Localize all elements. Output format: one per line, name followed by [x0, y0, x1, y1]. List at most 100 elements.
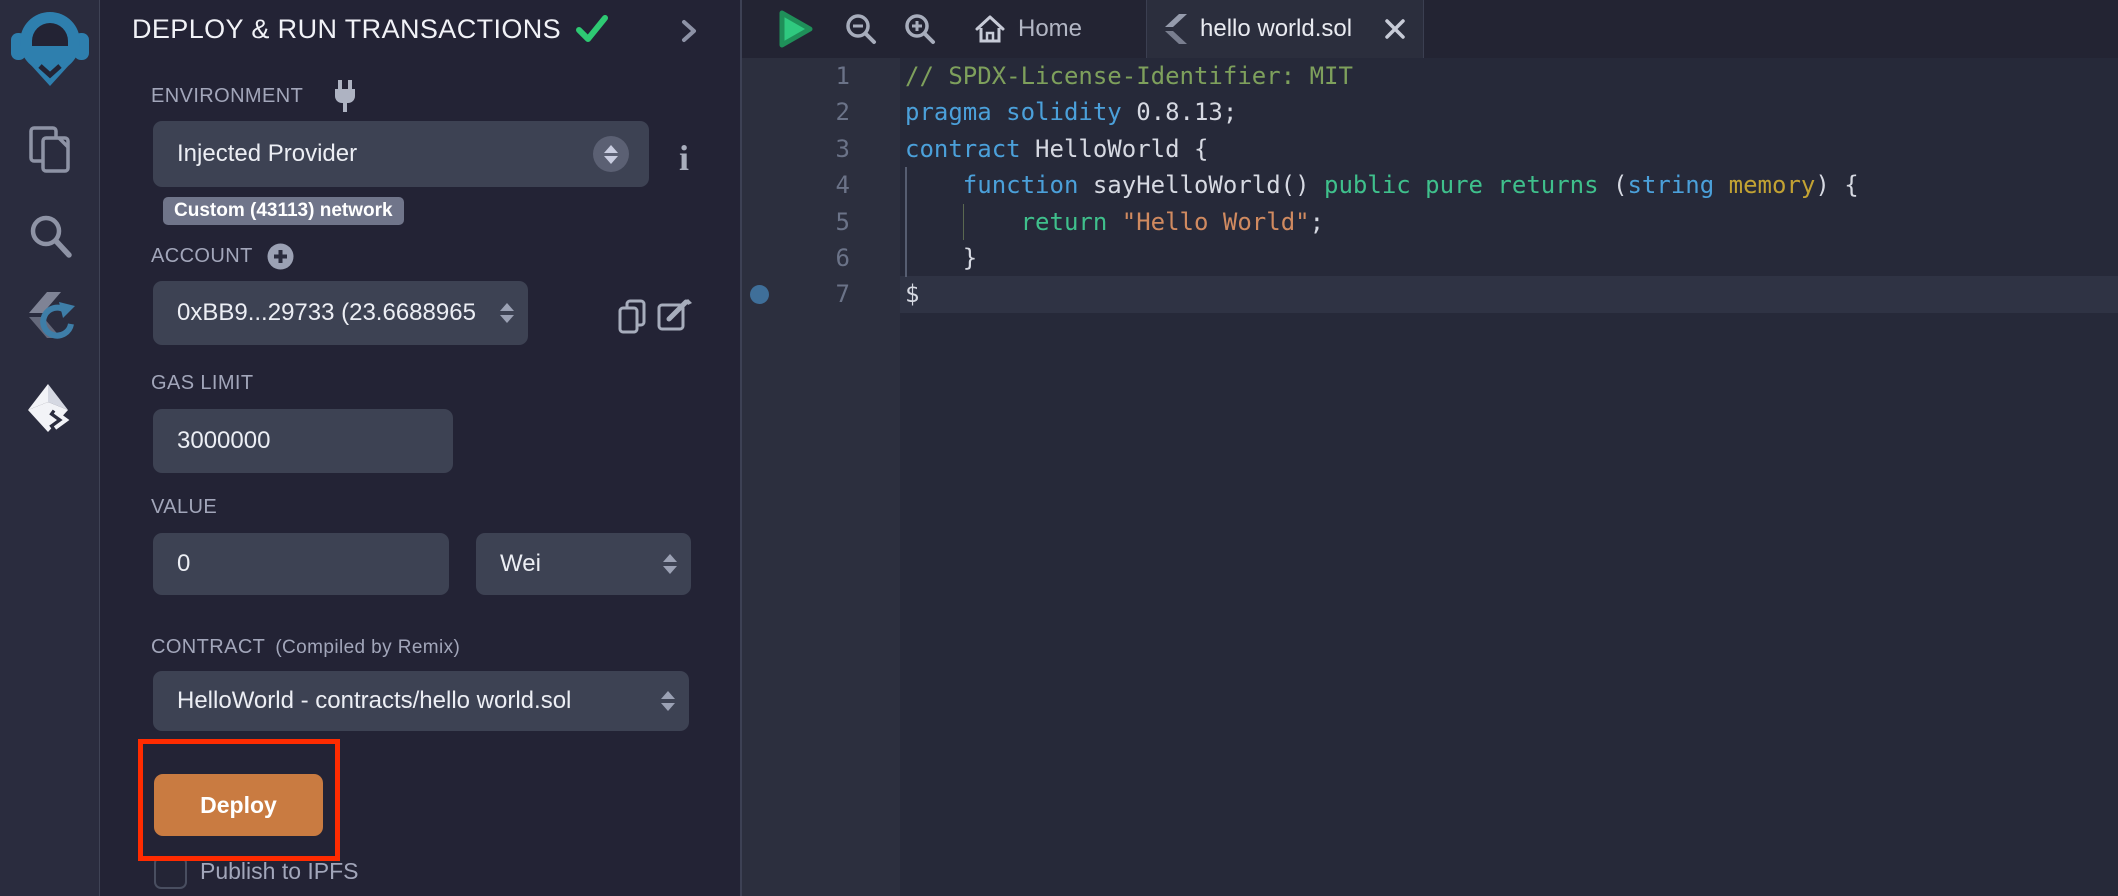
code-text[interactable]: contract HelloWorld {	[900, 131, 2118, 167]
code-text[interactable]: pragma solidity 0.8.13;	[900, 94, 2118, 130]
file-explorer-icon	[26, 125, 74, 175]
zoom-out-icon	[845, 13, 877, 45]
line-number[interactable]: 6	[742, 240, 900, 276]
code-token: string	[1627, 171, 1714, 199]
sidebar-item-file-explorer[interactable]	[0, 125, 100, 175]
line-number[interactable]: 4	[742, 167, 900, 203]
line-number[interactable]: 1	[742, 58, 900, 94]
tab-home[interactable]: Home	[974, 0, 1082, 58]
code-text[interactable]: // SPDX-License-Identifier: MIT	[900, 58, 2118, 94]
edit-pencil-icon	[657, 297, 693, 333]
sidebar-item-deploy-run[interactable]	[0, 382, 100, 438]
code-line[interactable]: 7$	[742, 276, 2118, 312]
contract-value: HelloWorld - contracts/hello world.sol	[153, 687, 661, 715]
account-label-row: ACCOUNT	[151, 243, 294, 270]
code-line[interactable]: 5 return "Hello World";	[742, 204, 2118, 240]
tab-hello-world-sol[interactable]: hello world.sol	[1146, 0, 1424, 58]
search-icon	[26, 212, 74, 262]
code-token	[905, 208, 1021, 236]
environment-info-icon[interactable]: i	[679, 137, 689, 179]
run-script-button[interactable]	[776, 8, 816, 55]
value-label-text: VALUE	[151, 496, 217, 519]
plug-icon	[331, 79, 359, 113]
code-token: 0.8.13;	[1136, 98, 1237, 126]
home-icon	[974, 14, 1006, 44]
success-check-icon	[576, 15, 608, 43]
code-token: ) {	[1815, 171, 1858, 199]
code-line[interactable]: 1// SPDX-License-Identifier: MIT	[742, 58, 2118, 94]
code-line[interactable]: 6 }	[742, 240, 2118, 276]
environment-label: ENVIRONMENT	[151, 85, 303, 108]
code-token: (	[1599, 171, 1628, 199]
value-unit-select[interactable]: Wei	[476, 533, 691, 595]
code-line[interactable]: 4 function sayHelloWorld() public pure r…	[742, 167, 2118, 203]
zoom-out-button[interactable]	[845, 13, 877, 50]
deploy-run-icon	[24, 382, 76, 438]
panel-header: DEPLOY & RUN TRANSACTIONS	[101, 0, 740, 58]
value-input[interactable]: 0	[153, 533, 449, 595]
gas-limit-label: GAS LIMIT	[151, 372, 254, 395]
environment-label-row: ENVIRONMENT	[151, 79, 359, 113]
contract-select-spinner	[661, 691, 675, 711]
tab-home-label: Home	[1018, 15, 1082, 43]
remix-logo[interactable]	[0, 6, 100, 88]
code-editor-pane: Home hello world.sol 1// SPDX-License-Id…	[740, 0, 2118, 896]
panel-collapse-chevron[interactable]	[681, 19, 697, 43]
code-lines: 1// SPDX-License-Identifier: MIT2pragma …	[742, 58, 2118, 313]
code-token: }	[905, 244, 977, 272]
value-label: VALUE	[151, 496, 217, 519]
sidebar-item-solidity-compiler[interactable]	[0, 292, 100, 356]
solidity-compiler-icon	[21, 292, 79, 356]
tab-file-label: hello world.sol	[1200, 15, 1372, 43]
code-text[interactable]: }	[900, 240, 2118, 276]
breakpoint-marker[interactable]	[750, 285, 769, 304]
code-token: "Hello World"	[1122, 208, 1310, 236]
code-token: public pure returns	[1324, 171, 1599, 199]
contract-select[interactable]: HelloWorld - contracts/hello world.sol	[153, 671, 689, 731]
contract-sublabel: (Compiled by Remix)	[275, 637, 460, 659]
gas-limit-input[interactable]: 3000000	[153, 409, 453, 473]
deploy-button[interactable]: Deploy	[154, 774, 323, 836]
edit-account-button[interactable]	[657, 297, 693, 338]
code-area: 1// SPDX-License-Identifier: MIT2pragma …	[742, 58, 2118, 896]
sidebar-item-search[interactable]	[0, 212, 100, 262]
zoom-in-button[interactable]	[904, 13, 936, 50]
value-unit-spinner	[663, 554, 677, 574]
code-line[interactable]: 2pragma solidity 0.8.13;	[742, 94, 2118, 130]
code-token: function	[963, 171, 1079, 199]
gas-limit-value: 3000000	[153, 427, 453, 455]
line-number[interactable]: 5	[742, 204, 900, 240]
code-text[interactable]: $	[900, 276, 2118, 312]
copy-icon	[617, 299, 647, 335]
zoom-in-icon	[904, 13, 936, 45]
play-icon	[776, 8, 816, 50]
contract-label-row: CONTRACT (Compiled by Remix)	[151, 636, 460, 659]
code-line[interactable]: 3contract HelloWorld {	[742, 131, 2118, 167]
account-select[interactable]: 0xBB9...29733 (23.6688965	[153, 281, 528, 345]
copy-account-button[interactable]	[617, 299, 647, 340]
code-token: ;	[1310, 208, 1324, 236]
code-text[interactable]: return "Hello World";	[900, 204, 2118, 240]
code-text[interactable]: function sayHelloWorld() public pure ret…	[900, 167, 2118, 203]
publish-ipfs-label[interactable]: Publish to IPFS	[200, 858, 359, 885]
close-tab-icon[interactable]	[1385, 19, 1405, 39]
network-badge: Custom (43113) network	[163, 197, 404, 225]
code-token: contract	[905, 135, 1035, 163]
account-value: 0xBB9...29733 (23.6688965	[153, 299, 500, 327]
environment-value: Injected Provider	[153, 140, 593, 168]
solidity-file-icon	[1165, 14, 1187, 44]
add-account-icon[interactable]	[267, 243, 294, 270]
value-unit: Wei	[476, 550, 663, 578]
publish-ipfs-checkbox[interactable]	[154, 856, 187, 889]
environment-select-spinner	[593, 136, 629, 172]
environment-select[interactable]: Injected Provider	[153, 121, 649, 187]
code-token	[1714, 171, 1728, 199]
line-number[interactable]: 2	[742, 94, 900, 130]
editor-topbar: Home hello world.sol	[742, 0, 2118, 58]
line-number[interactable]: 3	[742, 131, 900, 167]
page-title: DEPLOY & RUN TRANSACTIONS	[132, 14, 561, 45]
deploy-run-panel: DEPLOY & RUN TRANSACTIONS ENVIRONMENT In…	[101, 0, 740, 896]
code-token: $	[905, 280, 919, 308]
code-token: return	[1021, 208, 1122, 236]
remix-ide-window: DEPLOY & RUN TRANSACTIONS ENVIRONMENT In…	[0, 0, 2118, 896]
